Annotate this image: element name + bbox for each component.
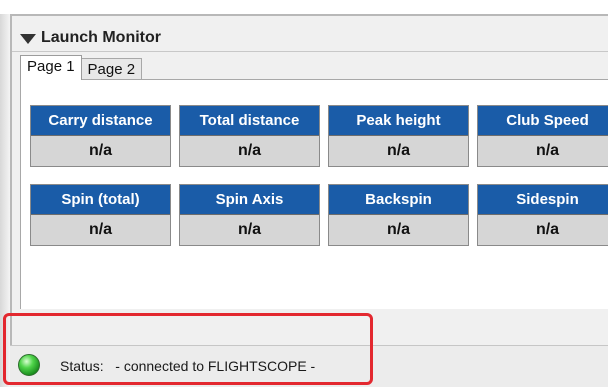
tab-page-1[interactable]: Page 1 xyxy=(20,55,82,80)
metric-value: n/a xyxy=(88,142,113,159)
metric-peak-height: Peak height n/a xyxy=(328,105,469,167)
metric-sidespin: Sidespin n/a xyxy=(477,184,608,246)
status-bar: Status: - connected to FLIGHTSCOPE - xyxy=(10,345,608,387)
metric-value: n/a xyxy=(237,142,262,159)
metric-value: n/a xyxy=(535,221,560,238)
tab-page-2[interactable]: Page 2 xyxy=(80,58,143,80)
status-label: Status: xyxy=(60,358,104,374)
metric-label: Carry distance xyxy=(31,106,170,136)
status-text: Status: - connected to FLIGHTSCOPE - xyxy=(60,358,315,374)
metric-label: Spin Axis xyxy=(180,185,319,215)
metric-label: Club Speed xyxy=(478,106,608,136)
metric-value: n/a xyxy=(237,221,262,238)
metric-carry-distance: Carry distance n/a xyxy=(30,105,171,167)
tab-content-page-1: Carry distance n/a Total distance n/a Pe… xyxy=(20,79,608,309)
metric-value: n/a xyxy=(386,142,411,159)
left-edge xyxy=(0,14,10,387)
metric-backspin: Backspin n/a xyxy=(328,184,469,246)
metric-label: Spin (total) xyxy=(31,185,170,215)
metric-label: Sidespin xyxy=(478,185,608,215)
panel-title: Launch Monitor xyxy=(41,28,161,46)
metric-spin-total: Spin (total) n/a xyxy=(30,184,171,246)
metric-label: Total distance xyxy=(180,106,319,136)
metric-label: Backspin xyxy=(329,185,468,215)
panel-header[interactable]: Launch Monitor xyxy=(12,24,608,52)
metric-label: Peak height xyxy=(329,106,468,136)
launch-monitor-panel: Launch Monitor Page 1 Page 2 Carry dista… xyxy=(10,14,608,387)
top-bar xyxy=(0,0,608,14)
metric-value: n/a xyxy=(386,221,411,238)
metric-value: n/a xyxy=(535,142,560,159)
collapse-triangle-icon[interactable] xyxy=(20,33,36,44)
metric-value: n/a xyxy=(88,221,113,238)
metric-total-distance: Total distance n/a xyxy=(179,105,320,167)
metric-spin-axis: Spin Axis n/a xyxy=(179,184,320,246)
launch-monitor-window: Launch Monitor Page 1 Page 2 Carry dista… xyxy=(0,0,608,387)
metric-club-speed: Club Speed n/a xyxy=(477,105,608,167)
tab-strip: Page 1 Page 2 xyxy=(20,55,143,80)
status-indicator-led-icon xyxy=(18,354,40,376)
status-message: - connected to FLIGHTSCOPE - xyxy=(115,358,316,374)
